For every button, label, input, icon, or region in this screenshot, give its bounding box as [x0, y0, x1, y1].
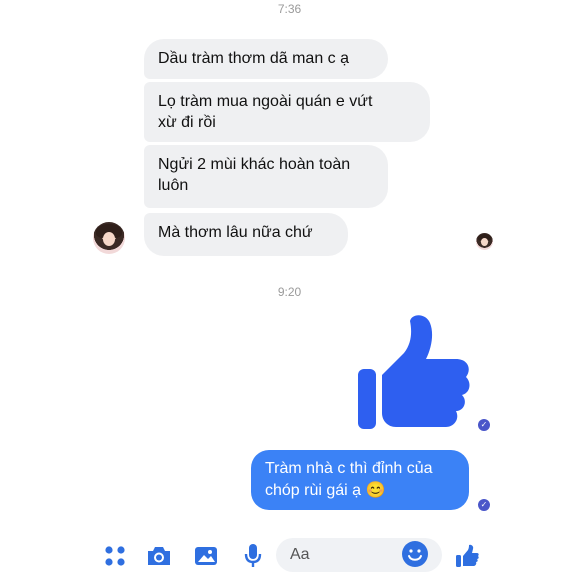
camera-icon: [148, 547, 170, 565]
menu-dots-button[interactable]: [100, 541, 130, 571]
incoming-message[interactable]: Lọ tràm mua ngoài quán e vứt xừ đi rồi: [144, 82, 430, 142]
gallery-button[interactable]: [191, 541, 221, 571]
microphone-button[interactable]: [238, 541, 268, 571]
emoji-icon: [403, 542, 427, 566]
incoming-message[interactable]: Dầu tràm thơm dã man c ạ: [144, 39, 388, 79]
message-composer: Aa: [0, 533, 579, 579]
incoming-message[interactable]: Ngửi 2 mùi khác hoàn toàn luôn: [144, 145, 388, 208]
menu-dots-icon: [105, 546, 125, 566]
seen-check-icon: ✓: [478, 419, 490, 431]
timestamp-top: 7:36: [277, 2, 302, 16]
timestamp-middle: 9:20: [277, 285, 302, 299]
big-thumbs-up-icon[interactable]: [352, 313, 474, 431]
sender-avatar[interactable]: [93, 222, 125, 254]
outgoing-message[interactable]: Tràm nhà c thì đỉnh của chóp rùi gái ạ 😊: [251, 450, 469, 510]
like-button[interactable]: [452, 541, 482, 571]
gallery-icon: [195, 547, 217, 565]
camera-button[interactable]: [144, 541, 174, 571]
emoji-button[interactable]: [402, 541, 428, 567]
seen-check-icon: ✓: [478, 499, 490, 511]
read-receipt-avatar: [476, 233, 493, 250]
thumbs-up-icon: [456, 544, 479, 567]
incoming-message[interactable]: Mà thơm lâu nữa chứ: [144, 213, 348, 256]
microphone-icon: [244, 544, 262, 567]
avatar-face: [102, 231, 116, 246]
